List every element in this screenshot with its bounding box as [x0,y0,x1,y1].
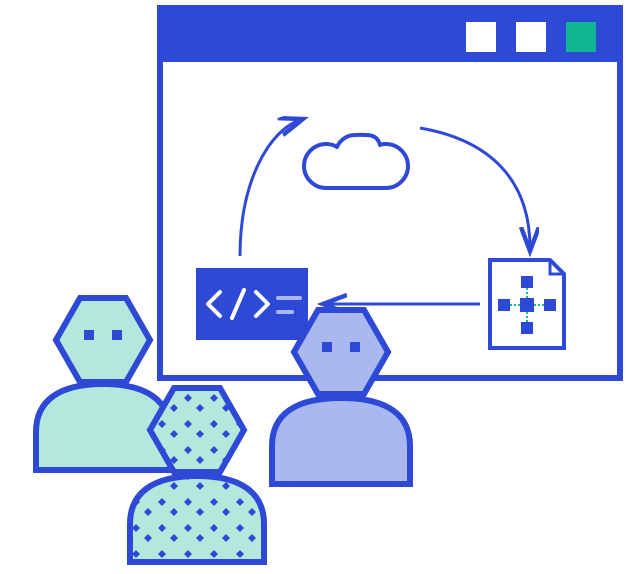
person-icon [36,298,170,470]
window-control [516,22,546,52]
diagram-illustration [0,0,632,574]
window-control [566,22,596,52]
window-titlebar [160,8,620,62]
document-icon [490,260,564,348]
window-control [466,22,496,52]
code-block-icon [196,268,308,340]
